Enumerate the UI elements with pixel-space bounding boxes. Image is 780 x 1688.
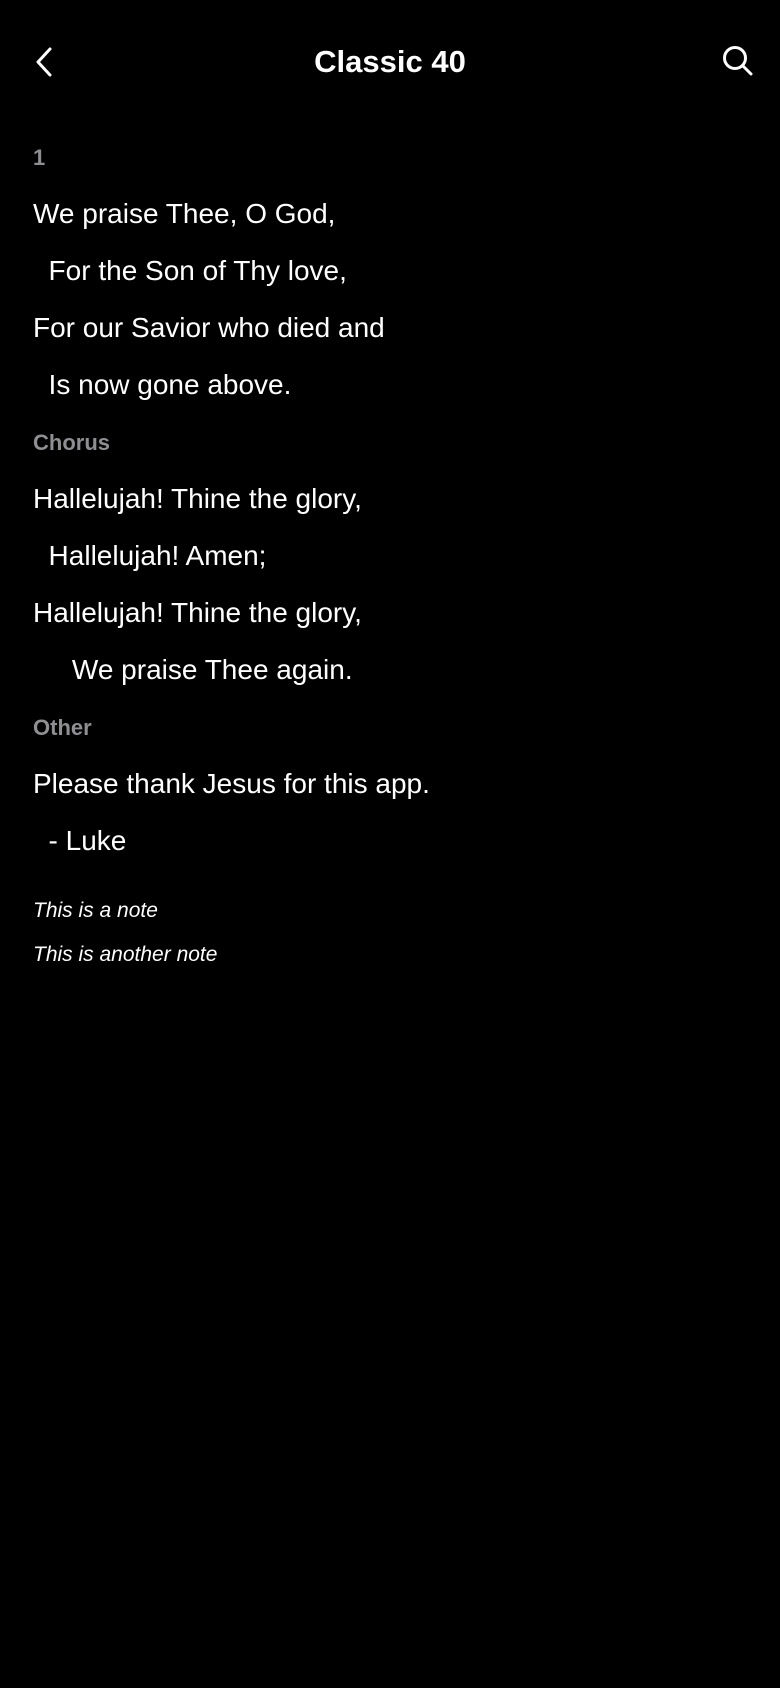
note-text: This is another note xyxy=(33,943,218,966)
lyric-line: For the Son of Thy love, xyxy=(33,255,347,286)
navigation-bar: Classic 40 xyxy=(0,0,780,122)
lyric-line: Hallelujah! Thine the glory, xyxy=(33,483,362,514)
lyric-line: Hallelujah! Amen; xyxy=(33,540,267,571)
lyric-line: Hallelujah! Thine the glory, xyxy=(33,597,362,628)
verse-section: 1 We praise Thee, O God, For the Son of … xyxy=(33,143,747,413)
hymn-content: 1 We praise Thee, O God, For the Son of … xyxy=(33,143,747,977)
section-label: 1 xyxy=(33,145,46,170)
search-button[interactable] xyxy=(716,39,760,83)
search-icon xyxy=(723,46,753,76)
page-title: Classic 40 xyxy=(314,44,466,79)
lyric-line: - Luke xyxy=(33,825,127,856)
lyric-line: For our Savior who died and xyxy=(33,312,385,343)
other-lines: Please thank Jesus for this app. - Luke xyxy=(33,755,747,869)
lyric-line: We praise Thee again. xyxy=(33,654,353,685)
lyric-line: Is now gone above. xyxy=(33,369,292,400)
chorus-lines: Hallelujah! Thine the glory, Hallelujah!… xyxy=(33,470,747,698)
section-label: Other xyxy=(33,715,92,740)
notes: This is a note This is another note xyxy=(33,889,747,977)
chorus-section: Chorus Hallelujah! Thine the glory, Hall… xyxy=(33,428,747,698)
other-section: Other Please thank Jesus for this app. -… xyxy=(33,713,747,869)
lyric-line: Please thank Jesus for this app. xyxy=(33,768,430,799)
note-text: This is a note xyxy=(33,899,158,922)
lyric-line: We praise Thee, O God, xyxy=(33,198,336,229)
verse-lines: We praise Thee, O God, For the Son of Th… xyxy=(33,185,747,413)
section-label: Chorus xyxy=(33,430,110,455)
